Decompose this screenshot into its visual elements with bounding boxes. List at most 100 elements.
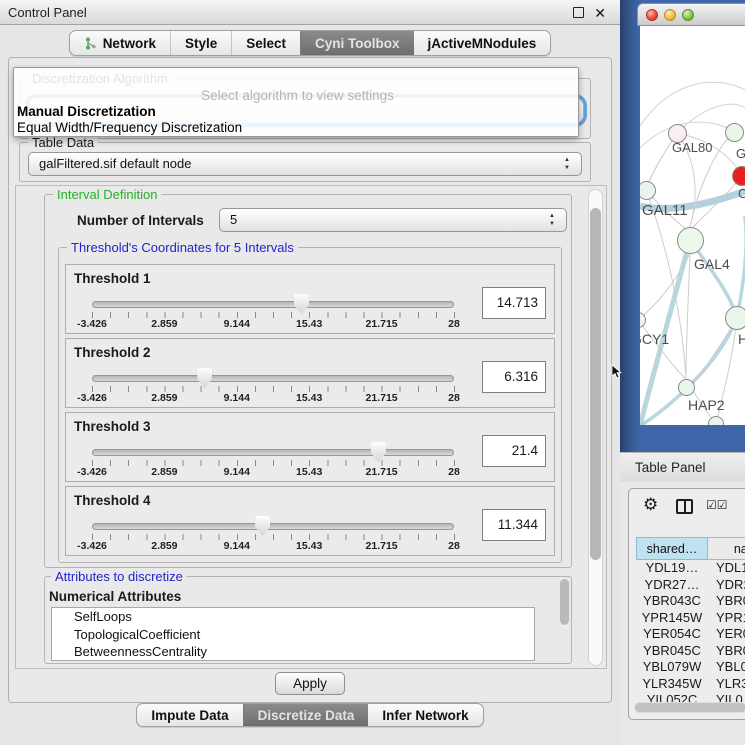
threshold-4-slider-thumb[interactable]	[255, 516, 270, 536]
table-horizontal-scrollbar[interactable]	[634, 702, 745, 713]
tab-network[interactable]: Network	[70, 31, 170, 55]
slider-scale-label: 15.43	[296, 392, 322, 404]
slider-scale: -3.4262.8599.14415.4321.71528	[92, 466, 454, 479]
tab-discretize-data[interactable]: Discretize Data	[243, 704, 369, 726]
gear-icon[interactable]: ⚙	[643, 495, 658, 515]
table-row[interactable]: YDR27…YDR2	[636, 577, 745, 594]
table-data-combobox-value: galFiltered.sif default node	[39, 156, 191, 171]
table-cell-shared: YDR27…	[636, 577, 708, 594]
numerical-attributes-label: Numerical Attributes	[49, 589, 181, 604]
table-data-combobox[interactable]: galFiltered.sif default node ▲▼	[28, 152, 582, 176]
threshold-2-row: Threshold 2 -3.4262.8599.14415.4321.7152…	[65, 338, 555, 408]
table-row[interactable]: YLR345WYLR3	[636, 676, 745, 693]
table-row[interactable]: YBR043CYBR0	[636, 593, 745, 610]
split-view-icon[interactable]	[676, 499, 693, 514]
slider-scale: -3.4262.8599.14415.4321.71528	[92, 540, 454, 553]
threshold-1-value-field[interactable]: 14.713	[482, 287, 546, 319]
network-node[interactable]	[725, 123, 744, 142]
table-cell-name: YBR0	[708, 643, 745, 660]
slider-scale-label: 21.715	[366, 466, 398, 478]
threshold-3-value-field[interactable]: 21.4	[482, 435, 546, 467]
network-node-label: H	[738, 331, 745, 347]
threshold-4-slider[interactable]	[92, 523, 454, 530]
table-row[interactable]: YBL079WYBL0	[636, 659, 745, 676]
table-row[interactable]: YDL19…YDL1	[636, 560, 745, 577]
network-edges	[640, 26, 745, 425]
algorithm-placeholder-option[interactable]: Select algorithm to view settings	[14, 88, 578, 104]
settings-vertical-scrollbar[interactable]	[588, 189, 603, 666]
threshold-4-row: Threshold 4 -3.4262.8599.14415.4321.7152…	[65, 486, 555, 556]
threshold-2-value-field[interactable]: 6.316	[482, 361, 546, 393]
threshold-4-value-field[interactable]: 11.344	[482, 509, 546, 541]
network-node[interactable]	[725, 306, 745, 330]
tab-style[interactable]: Style	[170, 31, 231, 55]
slider-scale-label: 2.859	[151, 466, 177, 478]
table-panel-title: Table Panel	[635, 453, 706, 483]
slider-scale-label: 9.144	[224, 540, 250, 552]
threshold-3-slider-thumb[interactable]	[371, 442, 386, 462]
table-row[interactable]: YPR145WYPR1	[636, 610, 745, 627]
network-node[interactable]	[732, 166, 745, 186]
slider-scale-label: 15.43	[296, 318, 322, 330]
attribute-list-scrollbar[interactable]	[560, 579, 569, 628]
tab-jactivemnodules[interactable]: jActiveMNodules	[414, 31, 551, 55]
slider-scale-label: 21.715	[366, 392, 398, 404]
threshold-4-label: Threshold 4	[74, 493, 151, 508]
apply-button[interactable]: Apply	[275, 672, 345, 695]
column-header-shared[interactable]: shared…	[636, 537, 708, 560]
table-cell-shared: YDL19…	[636, 560, 708, 577]
interval-definition-title: Interval Definition	[53, 187, 161, 202]
table-row[interactable]: YBR045CYBR0	[636, 643, 745, 660]
attribute-list-item[interactable]: SelfLoops	[52, 608, 534, 626]
network-node[interactable]	[640, 181, 656, 200]
slider-scale-label: 2.859	[151, 540, 177, 552]
column-header-name[interactable]: name	[708, 537, 745, 560]
right-side-area: GAL80GACGAL11GAL4GCY1HHAP2 Table Panel ⚙…	[620, 0, 745, 745]
attribute-list-item[interactable]: TopologicalCoefficient	[52, 626, 534, 644]
tab-infer-network[interactable]: Infer Network	[368, 704, 482, 726]
numerical-attributes-list[interactable]: SelfLoopsTopologicalCoefficientBetweenne…	[51, 607, 535, 661]
slider-scale-label: 21.715	[366, 318, 398, 330]
table-cell-shared: YER054C	[636, 626, 708, 643]
table-panel-body: ⚙ ☑☑ shared… name YDL19…YDL1YDR27…YDR2YB…	[628, 488, 745, 720]
attributes-group-title: Attributes to discretize	[51, 569, 187, 584]
threshold-1-row: Threshold 1 -3.4262.8599.14415.4321.7152…	[65, 264, 555, 334]
threshold-1-slider-thumb[interactable]	[294, 294, 309, 314]
table-cell-name: YLR3	[708, 676, 745, 693]
network-node[interactable]	[677, 227, 704, 254]
network-icon	[84, 37, 97, 50]
network-node-label: GAL80	[672, 140, 712, 155]
network-canvas[interactable]: GAL80GACGAL11GAL4GCY1HHAP2	[640, 26, 745, 425]
option-manual-discretization[interactable]: Manual Discretization	[14, 104, 578, 120]
option-equal-width-frequency[interactable]: Equal Width/Frequency Discretization	[14, 120, 578, 136]
network-node-label: GCY1	[640, 331, 669, 347]
close-traffic-light-icon[interactable]	[646, 9, 658, 21]
threshold-3-slider[interactable]	[92, 449, 454, 456]
network-node[interactable]	[708, 416, 724, 425]
close-icon[interactable]: ✕	[594, 1, 606, 26]
threshold-1-slider[interactable]	[92, 301, 454, 308]
threshold-2-slider-thumb[interactable]	[197, 368, 212, 388]
table-header-row: shared… name	[636, 537, 745, 560]
slider-scale-label: -3.426	[77, 392, 107, 404]
slider-scale-label: 15.43	[296, 466, 322, 478]
tab-cyni-toolbox[interactable]: Cyni Toolbox	[300, 31, 414, 55]
attribute-list-item[interactable]: BetweennessCentrality	[52, 643, 534, 661]
tab-select[interactable]: Select	[231, 31, 300, 55]
zoom-traffic-light-icon[interactable]	[682, 9, 694, 21]
slider-scale-label: 9.144	[224, 466, 250, 478]
table-cell-name: YDR2	[708, 577, 745, 594]
number-of-intervals-combobox[interactable]: 5 ▲▼	[219, 208, 567, 232]
minimize-traffic-light-icon[interactable]	[664, 9, 676, 21]
float-window-icon[interactable]	[573, 7, 584, 18]
mouse-cursor	[611, 364, 623, 380]
tab-impute-data[interactable]: Impute Data	[137, 704, 242, 726]
slider-scale-label: 9.144	[224, 392, 250, 404]
checkbox-columns-icon[interactable]: ☑☑	[706, 498, 728, 512]
table-row[interactable]: YER054CYER0	[636, 626, 745, 643]
network-node-label: HAP2	[688, 397, 725, 413]
network-node[interactable]	[678, 379, 695, 396]
threshold-2-slider[interactable]	[92, 375, 454, 382]
slider-scale-label: 21.715	[366, 540, 398, 552]
number-of-intervals-value: 5	[230, 212, 237, 227]
